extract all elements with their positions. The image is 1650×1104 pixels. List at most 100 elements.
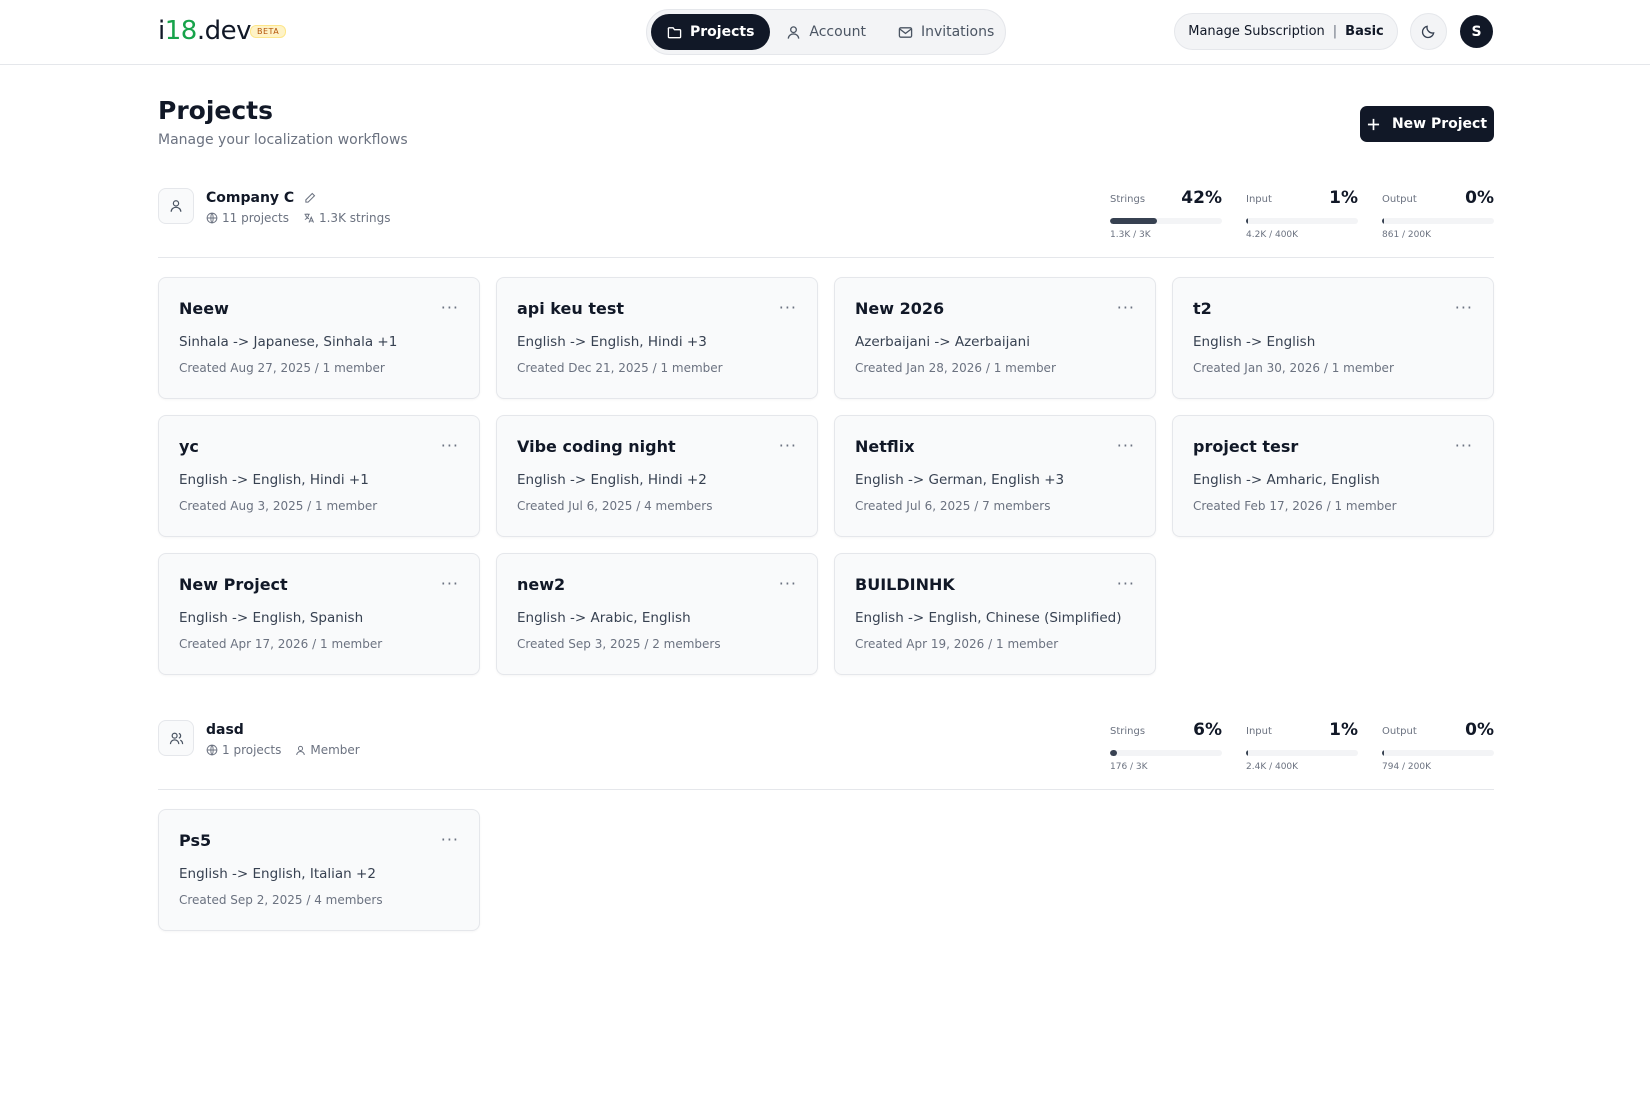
metric-label: Input <box>1246 194 1272 205</box>
mail-icon <box>898 26 913 38</box>
more-options-icon[interactable]: ··· <box>779 436 797 455</box>
project-name: api keu test <box>517 299 624 318</box>
metric-progress-track <box>1246 218 1358 224</box>
project-meta: Created Apr 17, 2026 / 1 member <box>179 637 383 651</box>
metric-percent: 0% <box>1465 720 1494 740</box>
more-options-icon[interactable]: ··· <box>441 436 459 455</box>
org-name: dasd <box>206 722 244 738</box>
moon-icon <box>1421 25 1435 39</box>
project-languages: English -> German, English +3 <box>855 472 1065 488</box>
project-languages: Azerbaijani -> Azerbaijani <box>855 334 1030 350</box>
project-languages: English -> English, Hindi +2 <box>517 472 707 488</box>
project-name: Vibe coding night <box>517 437 676 456</box>
org-role: Member <box>295 743 360 757</box>
project-name: New 2026 <box>855 299 945 318</box>
theme-toggle-button[interactable] <box>1410 13 1447 50</box>
metric-progress-fill <box>1110 218 1158 224</box>
project-card[interactable]: Netflix ··· English -> German, English +… <box>834 415 1156 537</box>
metric-label: Output <box>1382 194 1417 205</box>
metric-label: Strings <box>1110 194 1146 205</box>
project-grid: Neew ··· Sinhala -> Japanese, Sinhala +1… <box>158 277 1494 675</box>
project-card[interactable]: Vibe coding night ··· English -> English… <box>496 415 818 537</box>
nav-projects[interactable]: Projects <box>651 14 771 50</box>
project-card[interactable]: Ps5 ··· English -> English, Italian +2 C… <box>158 809 480 931</box>
separator: | <box>1332 24 1338 39</box>
logo-accent: 18 <box>164 16 198 46</box>
project-card[interactable]: api keu test ··· English -> English, Hin… <box>496 277 818 399</box>
project-meta: Created Apr 19, 2026 / 1 member <box>855 637 1059 651</box>
metric-label: Output <box>1382 726 1417 737</box>
nav-account[interactable]: Account <box>770 14 882 50</box>
project-meta: Created Aug 3, 2025 / 1 member <box>179 499 378 513</box>
metric-progress-fill <box>1382 750 1384 756</box>
metric-percent: 1% <box>1329 188 1358 208</box>
new-project-label: New Project <box>1391 116 1488 132</box>
org-role-text: Member <box>310 743 360 757</box>
more-options-icon[interactable]: ··· <box>441 574 459 593</box>
org-strings-text: 1.3K strings <box>318 211 391 225</box>
metric-percent: 42% <box>1181 188 1222 208</box>
more-options-icon[interactable]: ··· <box>1455 436 1473 455</box>
edit-icon[interactable] <box>304 192 316 204</box>
org-meta: 11 projects 1.3K strings <box>206 211 390 225</box>
logo[interactable]: i 18 .dev <box>158 16 251 46</box>
project-meta: Created Jan 30, 2026 / 1 member <box>1193 361 1394 375</box>
more-options-icon[interactable]: ··· <box>1455 298 1473 317</box>
metric-progress-track <box>1382 750 1494 756</box>
project-name: t2 <box>1193 299 1212 318</box>
more-options-icon[interactable]: ··· <box>779 298 797 317</box>
project-name: yc <box>179 437 199 456</box>
project-name: BUILDINHK <box>855 575 955 594</box>
nav-account-label: Account <box>809 24 866 40</box>
more-options-icon[interactable]: ··· <box>1117 298 1135 317</box>
top-bar: i 18 .dev BETA Projects Account Invitation… <box>0 0 1650 65</box>
user-icon <box>170 200 182 212</box>
project-card[interactable]: project tesr ··· English -> Amharic, Eng… <box>1172 415 1494 537</box>
metric-label: Input <box>1246 726 1272 737</box>
org-name: Company C <box>206 190 316 206</box>
logo-suffix: .dev <box>196 16 252 46</box>
project-meta: Created Jul 6, 2025 / 4 members <box>517 499 713 513</box>
project-languages: English -> English, Chinese (Simplified) <box>855 610 1122 626</box>
more-options-icon[interactable]: ··· <box>441 830 459 849</box>
project-card[interactable]: Neew ··· Sinhala -> Japanese, Sinhala +1… <box>158 277 480 399</box>
org-projects-count: 11 projects <box>206 211 289 225</box>
org-projects-text: 11 projects <box>222 211 289 225</box>
new-project-button[interactable]: New Project <box>1360 106 1494 142</box>
org-projects-count: 1 projects <box>206 743 281 757</box>
beta-badge: BETA <box>250 25 287 38</box>
metric-label: Strings <box>1110 726 1146 737</box>
org-avatar <box>158 720 194 756</box>
project-name: Netflix <box>855 437 915 456</box>
manage-subscription-button[interactable]: Manage Subscription | Basic <box>1174 13 1398 50</box>
project-card[interactable]: New Project ··· English -> English, Span… <box>158 553 480 675</box>
globe-icon <box>206 212 218 224</box>
project-languages: English -> Arabic, English <box>517 610 691 626</box>
folder-icon <box>667 26 682 38</box>
project-card[interactable]: BUILDINHK ··· English -> English, Chines… <box>834 553 1156 675</box>
more-options-icon[interactable]: ··· <box>1117 436 1135 455</box>
more-options-icon[interactable]: ··· <box>441 298 459 317</box>
metric-progress-fill <box>1246 750 1248 756</box>
translate-icon <box>304 213 314 223</box>
plus-icon <box>1367 118 1380 130</box>
more-options-icon[interactable]: ··· <box>779 574 797 593</box>
avatar[interactable]: S <box>1460 15 1493 48</box>
nav-invitations[interactable]: Invitations <box>882 14 1010 50</box>
project-card[interactable]: t2 ··· English -> English Created Jan 30… <box>1172 277 1494 399</box>
project-card[interactable]: new2 ··· English -> Arabic, English Crea… <box>496 553 818 675</box>
project-card[interactable]: New 2026 ··· Azerbaijani -> Azerbaijani … <box>834 277 1156 399</box>
more-options-icon[interactable]: ··· <box>1117 574 1135 593</box>
org-name-text: Company C <box>206 190 295 206</box>
project-card[interactable]: yc ··· English -> English, Hindi +1 Crea… <box>158 415 480 537</box>
metric-progress-track <box>1382 218 1494 224</box>
metric-percent: 1% <box>1329 720 1358 740</box>
project-name: project tesr <box>1193 437 1299 456</box>
project-meta: Created Dec 21, 2025 / 1 member <box>517 361 723 375</box>
project-meta: Created Jan 28, 2026 / 1 member <box>855 361 1056 375</box>
project-languages: English -> Amharic, English <box>1193 472 1380 488</box>
project-meta: Created Sep 2, 2025 / 4 members <box>179 893 383 907</box>
metric-usage: 861 / 200K <box>1382 230 1432 240</box>
project-languages: Sinhala -> Japanese, Sinhala +1 <box>179 334 398 350</box>
project-languages: English -> English, Spanish <box>179 610 364 626</box>
